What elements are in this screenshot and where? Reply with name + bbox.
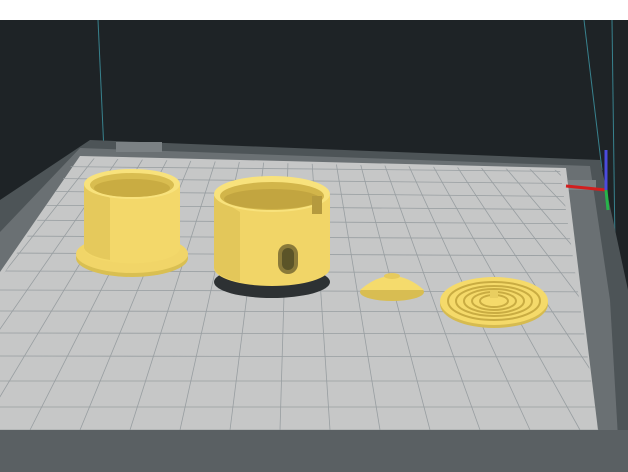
spiral-disc-icon[interactable] [440,277,548,328]
top-strip [0,0,628,20]
slotted-ring-icon[interactable] [214,176,330,298]
bed-clip-left [116,142,162,152]
cylinder-cup-icon[interactable] [76,169,188,277]
bed-front-edge [0,430,628,472]
3d-viewport[interactable] [0,0,628,472]
